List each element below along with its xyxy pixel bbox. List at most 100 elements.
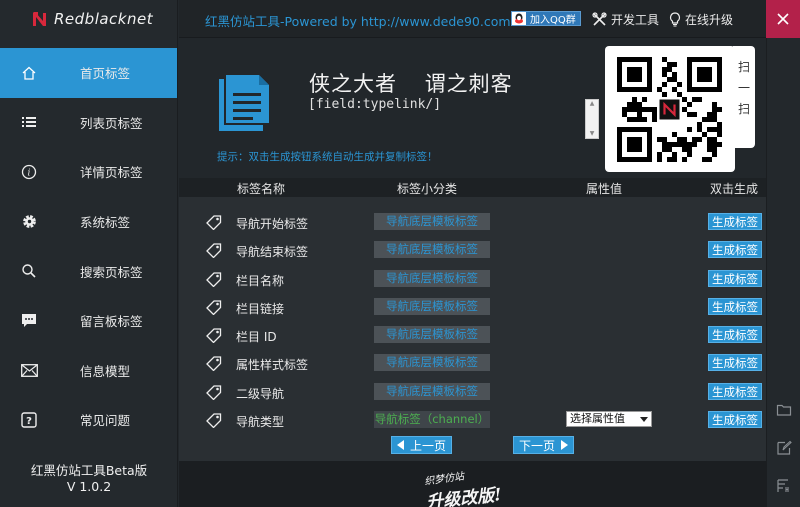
tag-name: 栏目链接 — [236, 301, 285, 316]
search-icon — [20, 262, 38, 280]
right-toolbar — [766, 38, 800, 507]
prev-page-button[interactable]: 上一页 — [391, 436, 452, 454]
generate-tag-button[interactable]: 生成标签 — [708, 326, 762, 344]
generate-tag-button[interactable]: 生成标签 — [708, 382, 762, 400]
sidebar-item-label: 留言板标签 — [80, 314, 143, 330]
table-header: 标签名称 标签小分类 属性值 双击生成 — [179, 178, 766, 197]
sidebar-item-label: 常见问题 — [80, 413, 131, 429]
hero-title: 侠之大者 谓之刺客 — [309, 68, 513, 98]
generated-tag-textarea[interactable]: [field:typelink/] — [304, 95, 600, 139]
sidebar-item-home-tags[interactable]: 首页标签 — [0, 48, 177, 98]
prev-page-label: 上一页 — [409, 438, 446, 453]
next-page-button[interactable]: 下一页 — [513, 436, 574, 454]
scroll-down-arrow-icon[interactable]: ▼ — [586, 130, 598, 138]
next-arrow-icon — [561, 440, 568, 450]
tag-icon — [206, 300, 222, 315]
dev-tools-button[interactable]: 开发工具 — [592, 11, 659, 28]
pagination: 上一页 下一页 — [179, 436, 766, 458]
document-icon — [219, 73, 270, 131]
notes-icon[interactable] — [776, 478, 792, 494]
scan-tab[interactable]: 扫 一 扫 — [733, 46, 755, 148]
generate-tag-button[interactable]: 生成标签 — [708, 241, 762, 259]
sidebar-item-label: 搜索页标签 — [80, 264, 143, 280]
scan-tab-char-2: 一 — [737, 81, 750, 95]
tag-icon — [206, 271, 222, 287]
close-button[interactable] — [766, 0, 800, 38]
sidebar-item-faq[interactable]: ? 常见问题 — [0, 395, 177, 445]
lightbulb-icon — [669, 12, 681, 27]
sidebar-item-system-tags[interactable]: 系统标签 — [0, 197, 177, 247]
sidebar-item-label: 信息模型 — [80, 363, 131, 379]
version-number: V 1.0.2 — [66, 479, 112, 494]
tag-category: 导航底层模板标签 — [374, 326, 490, 344]
generate-tag-button[interactable]: 生成标签 — [708, 269, 762, 287]
textarea-scrollbar[interactable]: ▲ ▼ — [585, 99, 599, 139]
chat-icon — [20, 312, 38, 330]
table-row: 二级导航 导航底层模板标签 生成标签 — [179, 378, 766, 406]
tag-category: 导航标签（channel） — [374, 411, 490, 429]
table-row: 导航开始标签 导航底层模板标签 生成标签 — [179, 208, 766, 236]
version-info: 红黑仿站工具Beta版 V 1.0.2 — [0, 463, 178, 495]
gear-icon — [20, 213, 38, 231]
table-row: 栏目 ID 导航底层模板标签 生成标签 — [179, 321, 766, 349]
sidebar-item-list-tags[interactable]: 列表页标签 — [0, 98, 177, 148]
table-row: 栏目名称 导航底层模板标签 生成标签 — [179, 265, 766, 293]
folder-icon[interactable] — [776, 402, 792, 418]
sidebar-item-info-model[interactable]: 信息模型 — [0, 346, 177, 396]
sidebar-nav: 首页标签 列表页标签 i 详情页标签 系统标签 搜索页标签 留言板标签 信息模型… — [0, 48, 177, 445]
tag-name: 导航结束标签 — [236, 245, 309, 260]
tag-category: 导航底层模板标签 — [374, 269, 490, 287]
table-row: 栏目链接 导航底层模板标签 生成标签 — [179, 293, 766, 321]
info-icon: i — [20, 163, 38, 181]
window-title: 红黑仿站工具-Powered by http://www.dede90.com — [205, 14, 511, 29]
generate-tag-button[interactable]: 生成标签 — [708, 213, 762, 230]
online-upgrade-button[interactable]: 在线升级 — [669, 11, 733, 28]
hero-title-right: 谓之刺客 — [424, 72, 513, 96]
sidebar-item-detail-tags[interactable]: i 详情页标签 — [0, 147, 177, 197]
top-bar: 红黑仿站工具-Powered by http://www.dede90.com … — [179, 0, 766, 38]
tag-icon — [206, 356, 222, 372]
product-name: 红黑仿站工具Beta版 — [30, 463, 148, 478]
next-page-label: 下一页 — [518, 438, 555, 453]
qq-icon — [512, 12, 526, 25]
sidebar-item-guestbook-tags[interactable]: 留言板标签 — [0, 296, 177, 346]
attribute-select[interactable]: 选择属性值 — [566, 411, 652, 428]
qr-code — [605, 46, 735, 172]
svg-text:i: i — [28, 168, 31, 178]
generate-tag-button[interactable]: 生成标签 — [708, 411, 762, 429]
tools-icon — [592, 12, 607, 26]
scroll-up-arrow-icon[interactable]: ▲ — [586, 100, 598, 108]
tag-name: 二级导航 — [236, 386, 285, 401]
join-qq-group-label: 加入QQ群 — [530, 15, 576, 26]
online-upgrade-label: 在线升级 — [685, 13, 734, 27]
table-row: 导航结束标签 导航底层模板标签 生成标签 — [179, 236, 766, 264]
sidebar: Redblacknet 首页标签 列表页标签 i 详情页标签 系统标签 搜索页标… — [0, 0, 178, 507]
tag-preview-panel: 侠之大者 谓之刺客 [field:typelink/] ▲ ▼ 提示：双击生成按… — [179, 38, 766, 178]
list-icon — [20, 113, 38, 131]
tag-icon — [206, 243, 222, 259]
edit-icon[interactable] — [776, 440, 792, 456]
tag-name: 栏目 ID — [236, 330, 277, 345]
generate-tag-button[interactable]: 生成标签 — [708, 354, 762, 372]
sidebar-item-search-tags[interactable]: 搜索页标签 — [0, 246, 177, 296]
tag-category: 导航底层模板标签 — [374, 241, 490, 259]
header-generate: 双击生成 — [710, 182, 759, 196]
tag-category: 导航底层模板标签 — [374, 297, 490, 315]
home-icon — [20, 64, 38, 82]
tag-icon — [206, 215, 222, 230]
promo-banner: 织梦仿站 升级改版! — [179, 461, 766, 507]
table-body: 导航开始标签 导航底层模板标签 生成标签 导航结束标签 导航底层模板标签 生成标签 栏目名称… — [179, 208, 766, 434]
tag-icon — [206, 328, 222, 344]
attribute-select-value: 选择属性值 — [570, 412, 625, 426]
generate-tag-button[interactable]: 生成标签 — [708, 297, 762, 315]
redblacknet-logo-icon — [33, 12, 46, 26]
chevron-down-icon — [640, 417, 648, 423]
join-qq-group-button[interactable]: 加入QQ群 — [511, 11, 581, 26]
header-tag-name: 标签名称 — [237, 182, 286, 196]
qr-code-icon — [617, 57, 722, 162]
scan-tab-char-1: 扫 — [737, 60, 750, 74]
tag-category: 导航底层模板标签 — [374, 382, 490, 400]
sidebar-item-label: 详情页标签 — [80, 165, 143, 181]
table-row: 导航类型 导航标签（channel） 选择属性值 生成标签 — [179, 406, 766, 434]
brand-name: Redblacknet — [54, 10, 154, 28]
